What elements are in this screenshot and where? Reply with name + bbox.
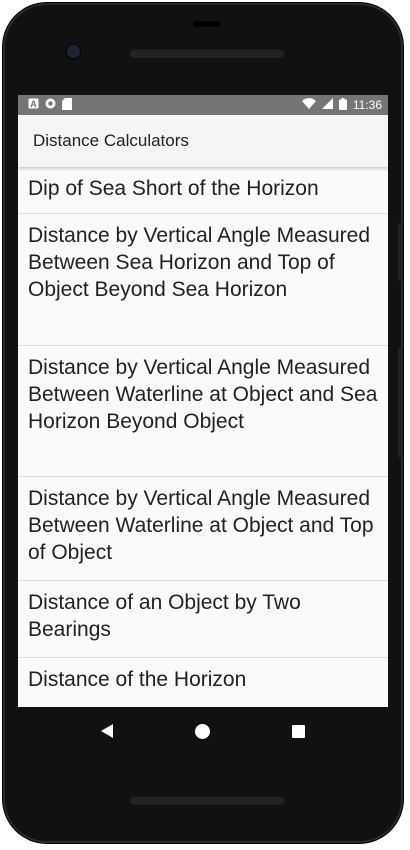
a-notification-icon: A bbox=[28, 98, 39, 112]
circle-notification-icon bbox=[45, 98, 56, 112]
list-item[interactable]: Distance by Vertical Angle Measured Betw… bbox=[18, 346, 388, 477]
status-time: 11:36 bbox=[352, 98, 382, 112]
earpiece-slit bbox=[193, 21, 221, 27]
wifi-icon bbox=[301, 98, 316, 112]
recents-icon[interactable] bbox=[292, 724, 305, 738]
home-icon[interactable] bbox=[195, 723, 210, 739]
back-icon[interactable] bbox=[101, 724, 113, 738]
battery-icon bbox=[338, 97, 347, 113]
screen: A 11:36 Distance Calculators Dip of Sea … bbox=[18, 95, 388, 707]
list-item[interactable]: Dip of Sea Short of the Horizon bbox=[18, 167, 388, 214]
list-item[interactable]: Distance by Vertical Angle Measured Betw… bbox=[18, 214, 388, 346]
navigation-bar bbox=[18, 707, 388, 755]
status-bar: A 11:36 bbox=[18, 95, 388, 115]
signal-icon bbox=[321, 98, 333, 112]
front-camera bbox=[67, 45, 80, 58]
page-title: Distance Calculators bbox=[33, 131, 189, 150]
bottom-speaker bbox=[129, 795, 285, 805]
list-item[interactable]: Distance by Vertical Angle Measured Betw… bbox=[18, 477, 388, 581]
svg-text:A: A bbox=[30, 99, 37, 109]
list-item[interactable]: Distance of an Object by Two Bearings bbox=[18, 581, 388, 658]
power-button bbox=[398, 223, 403, 281]
calculator-list: Dip of Sea Short of the Horizon Distance… bbox=[18, 167, 388, 707]
app-bar: Distance Calculators bbox=[18, 115, 388, 167]
top-speaker bbox=[129, 48, 285, 58]
sd-card-icon bbox=[62, 97, 72, 113]
status-left-icons: A bbox=[28, 97, 72, 113]
status-right-icons: 11:36 bbox=[301, 97, 382, 113]
list-item[interactable]: Distance of the Horizon bbox=[18, 658, 388, 707]
volume-button bbox=[398, 348, 403, 458]
